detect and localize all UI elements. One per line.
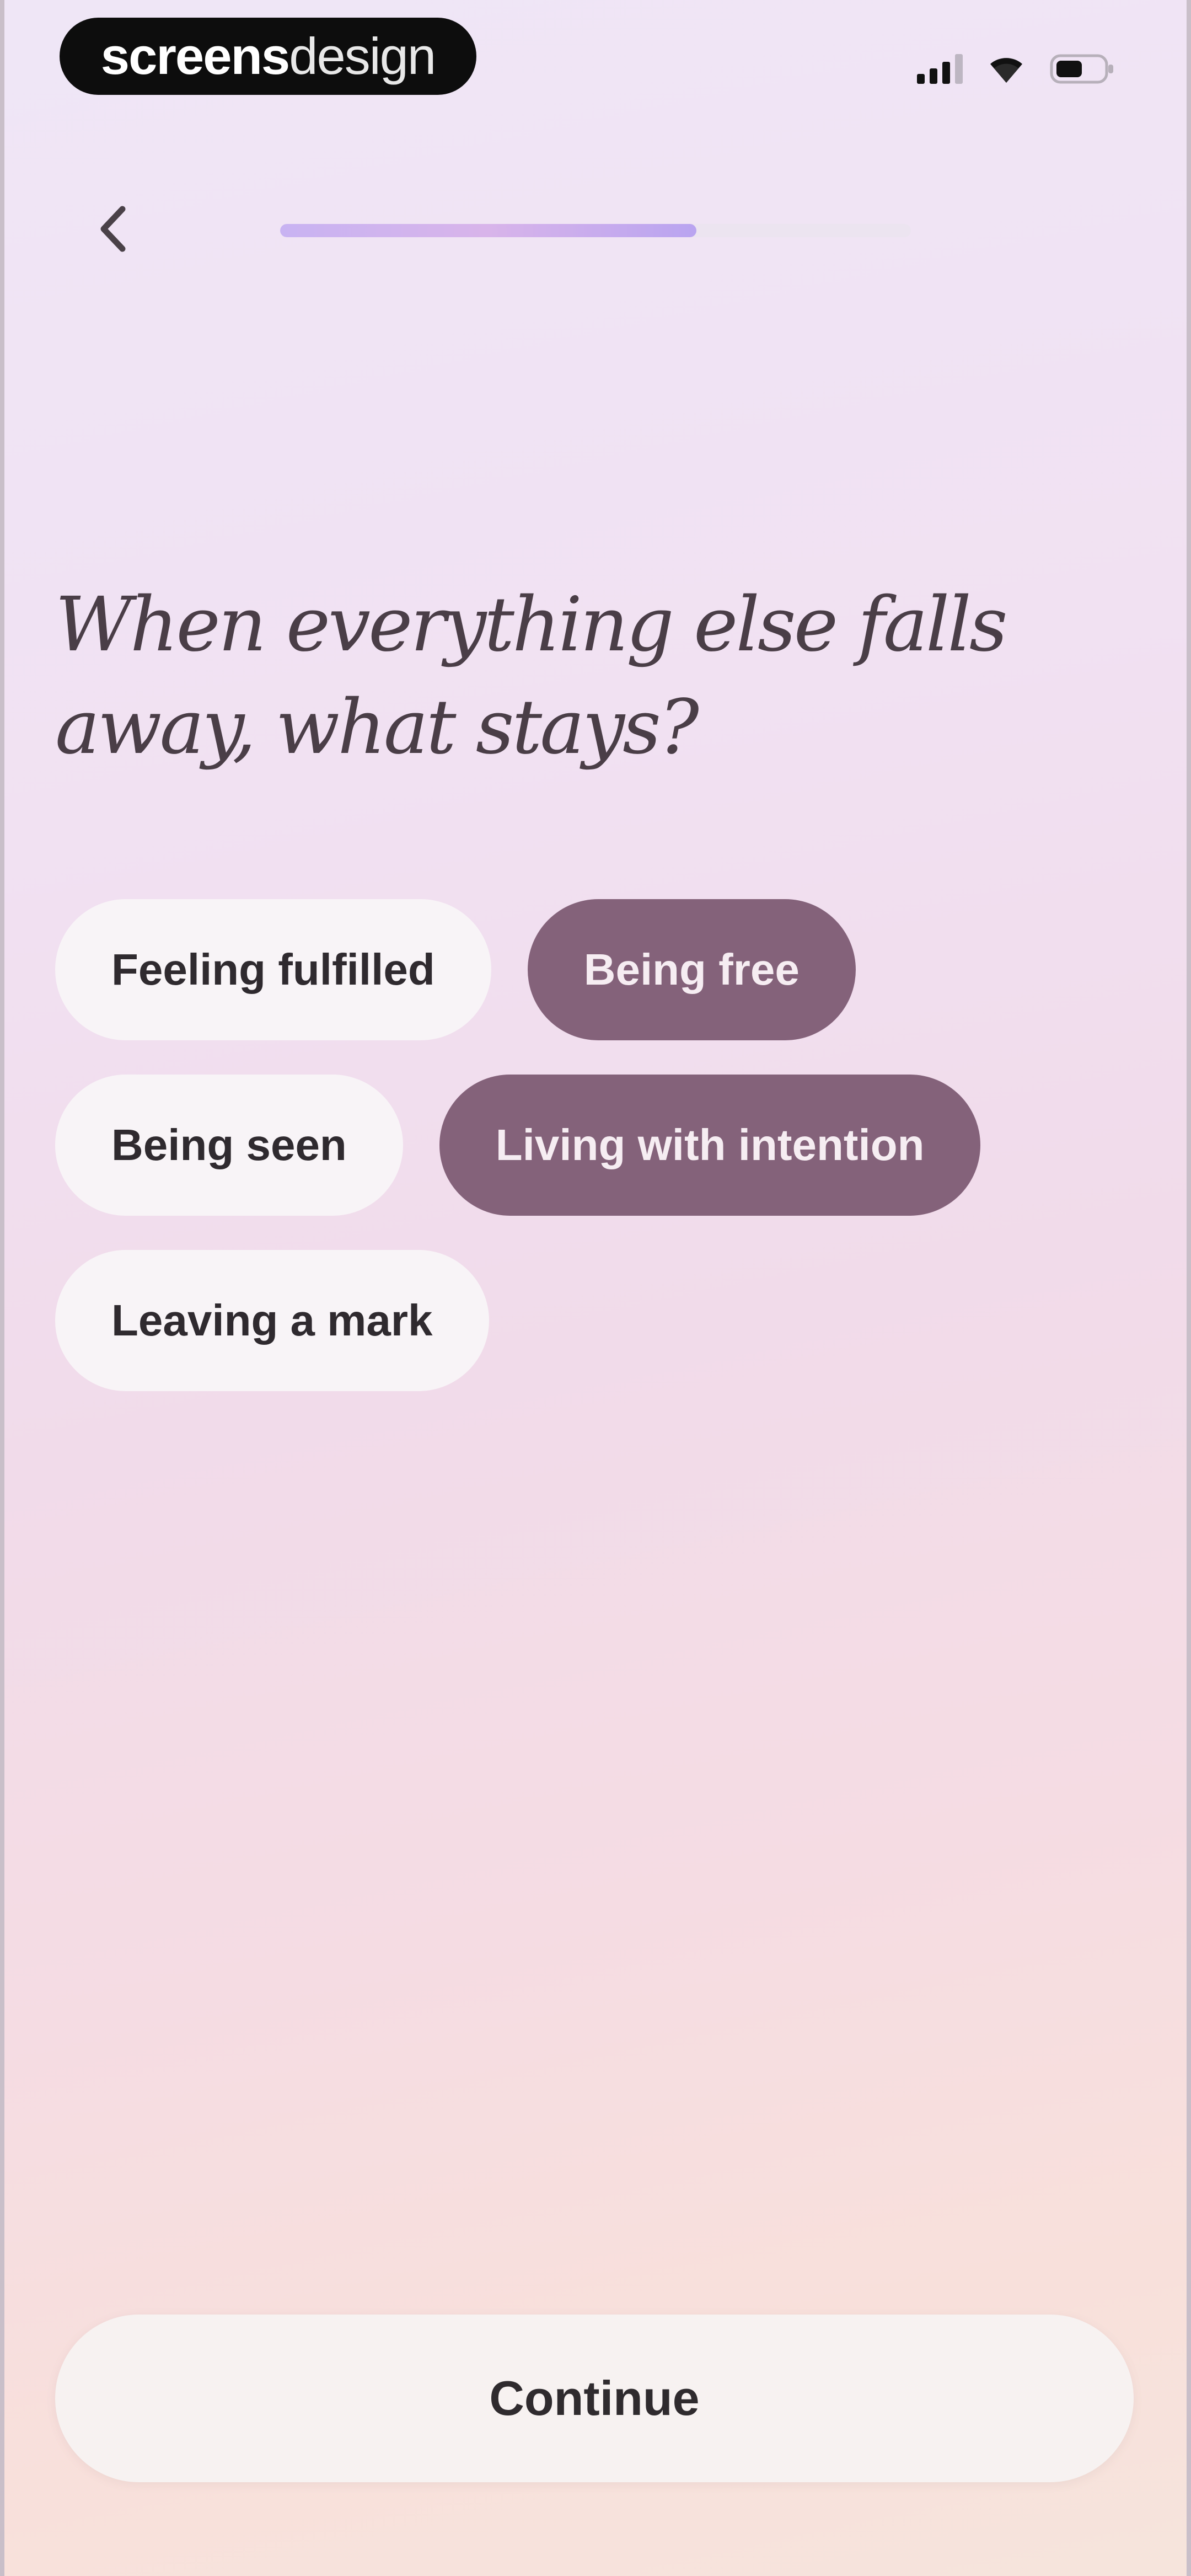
question-title: When everything else falls away, what st… (55, 581, 1008, 771)
wifi-icon (988, 54, 1024, 84)
option-chip-leaving-a-mark[interactable]: Leaving a mark (55, 1250, 489, 1391)
options-group: Feeling fulfilled Being free Being seen … (55, 899, 1136, 1425)
option-chip-being-free[interactable]: Being free (527, 899, 856, 1040)
battery-icon (1050, 52, 1115, 85)
back-button[interactable] (83, 199, 143, 259)
brand-logo-light: design (289, 27, 436, 85)
device-frame-edge (1187, 0, 1191, 2576)
status-icons (917, 50, 1115, 88)
chevron-left-icon (100, 206, 126, 252)
option-chip-being-seen[interactable]: Being seen (55, 1075, 403, 1216)
onboarding-screen: screens design When everything else fall… (0, 0, 1191, 2576)
device-frame-edge (0, 0, 4, 2576)
brand-logo: screens design (60, 18, 476, 95)
progress-bar-fill (280, 224, 697, 237)
option-chip-feeling-fulfilled[interactable]: Feeling fulfilled (55, 899, 491, 1040)
progress-bar (280, 224, 911, 237)
options-row: Leaving a mark (55, 1250, 1136, 1391)
brand-logo-bold: screens (100, 27, 290, 85)
continue-button[interactable]: Continue (55, 2315, 1134, 2482)
options-row: Feeling fulfilled Being free (55, 899, 1136, 1040)
option-chip-living-with-intention[interactable]: Living with intention (439, 1075, 981, 1216)
cellular-signal-icon (917, 54, 963, 84)
options-row: Being seen Living with intention (55, 1075, 1136, 1216)
